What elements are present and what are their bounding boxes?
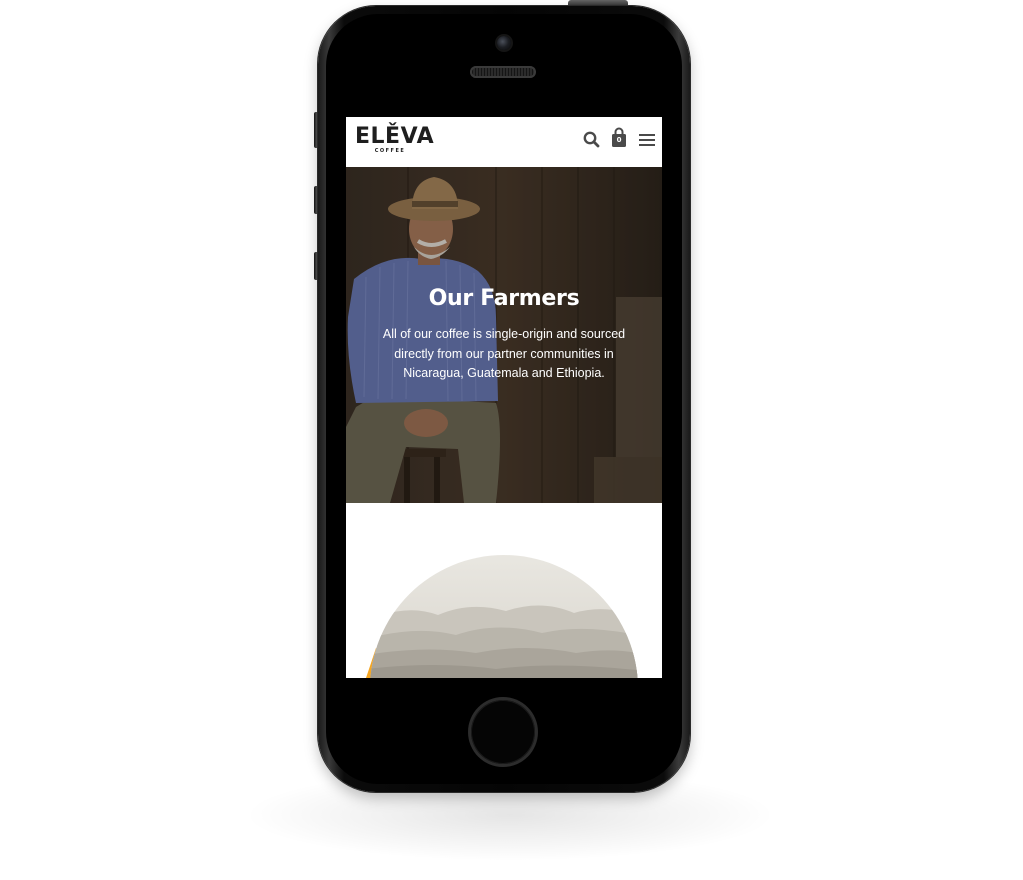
brand-name: ELĚVA <box>355 124 435 149</box>
hamburger-menu-icon[interactable] <box>638 132 656 148</box>
hero-title: Our Farmers <box>428 286 580 311</box>
phone-screen: ELĚVA COFFEE 0 Our Farmers All of our co… <box>346 117 662 678</box>
search-icon[interactable] <box>582 130 602 150</box>
earpiece-speaker <box>470 66 536 78</box>
map-section <box>346 503 662 678</box>
cart-count-badge: 0 <box>616 136 622 144</box>
brand-subtitle: COFFEE <box>374 148 406 154</box>
hero-description: All of our coffee is single-origin and s… <box>382 327 626 380</box>
site-header: ELĚVA COFFEE 0 <box>346 117 662 167</box>
front-camera <box>497 36 511 50</box>
home-button <box>471 700 535 764</box>
landscape-circle-image <box>366 555 638 678</box>
device-mockup-stage: ELĚVA COFFEE 0 Our Farmers All of our co… <box>0 0 1023 880</box>
hero-banner: Our Farmers All of our coffee is single-… <box>346 167 662 503</box>
brand-logo[interactable]: ELĚVA COFFEE <box>355 124 435 159</box>
shopping-bag-icon[interactable]: 0 <box>610 127 628 149</box>
